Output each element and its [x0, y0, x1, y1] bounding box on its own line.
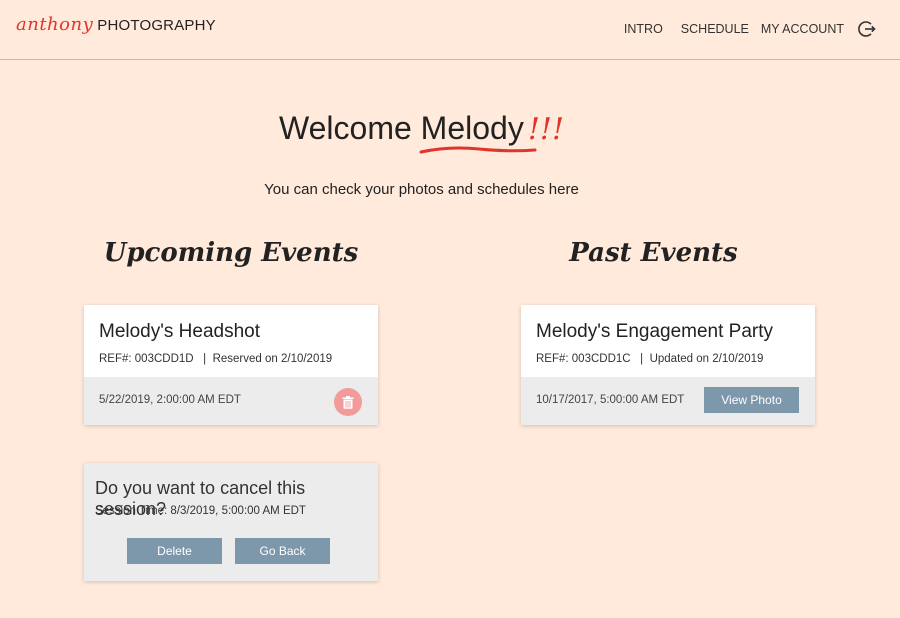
- logo[interactable]: anthony PHOTOGRAPHY: [16, 14, 216, 35]
- event-ref: REF#: 003CDD1C: [536, 353, 631, 365]
- nav-intro[interactable]: INTRO: [624, 22, 663, 36]
- delete-button[interactable]: Delete: [127, 538, 222, 564]
- nav-schedule[interactable]: SCHEDULE: [681, 22, 749, 36]
- trash-icon: [342, 395, 354, 409]
- logo-script: anthony: [16, 14, 94, 35]
- view-photo-button[interactable]: View Photo: [704, 387, 799, 413]
- header: anthony PHOTOGRAPHY INTRO SCHEDULE MY AC…: [0, 0, 900, 60]
- card-footer: 10/17/2017, 5:00:00 AM EDT View Photo: [521, 377, 815, 425]
- event-status: Reserved on 2/10/2019: [212, 353, 333, 365]
- event-meta: REF#: 003CDD1C | Updated on 2/10/2019: [536, 353, 763, 365]
- delete-event-button[interactable]: [334, 388, 362, 416]
- meta-separator: |: [196, 353, 210, 365]
- event-title: Melody's Headshot: [99, 321, 260, 342]
- event-meta: REF#: 003CDD1D | Reserved on 2/10/2019: [99, 353, 332, 365]
- upcoming-events-title: Upcoming Events: [103, 238, 359, 268]
- past-event-card: Melody's Engagement Party REF#: 003CDD1C…: [521, 305, 815, 425]
- event-status: Updated on 2/10/2019: [649, 353, 764, 365]
- event-ref: REF#: 003CDD1D: [99, 353, 194, 365]
- upcoming-event-card: Melody's Headshot REF#: 003CDD1D | Reser…: [84, 305, 378, 425]
- welcome-subtitle: You can check your photos and schedules …: [264, 181, 579, 198]
- cancel-session-dialog: Do you want to cancel this session? Sess…: [84, 463, 378, 581]
- top-nav: INTRO SCHEDULE MY ACCOUNT: [624, 20, 876, 38]
- event-date: 10/17/2017, 5:00:00 AM EDT: [536, 394, 685, 406]
- session-time: Session Time: 8/3/2019, 5:00:00 AM EDT: [95, 505, 306, 517]
- welcome-exclaim: !!!: [527, 112, 564, 147]
- go-back-button[interactable]: Go Back: [235, 538, 330, 564]
- logo-text: PHOTOGRAPHY: [97, 17, 216, 34]
- logout-icon[interactable]: [858, 20, 876, 38]
- event-date: 5/22/2019, 2:00:00 AM EDT: [99, 394, 241, 406]
- welcome-heading: Welcome Melody!!!: [0, 110, 843, 154]
- event-title: Melody's Engagement Party: [536, 321, 774, 342]
- card-footer: 5/22/2019, 2:00:00 AM EDT: [84, 377, 378, 425]
- welcome-prefix: Welcome: [279, 110, 412, 146]
- meta-separator: |: [633, 353, 647, 365]
- nav-my-account[interactable]: MY ACCOUNT: [761, 22, 844, 36]
- name-underline: [419, 146, 537, 154]
- welcome-name-text: Melody: [420, 110, 524, 146]
- welcome-name: Melody: [419, 110, 537, 154]
- past-events-title: Past Events: [569, 238, 738, 268]
